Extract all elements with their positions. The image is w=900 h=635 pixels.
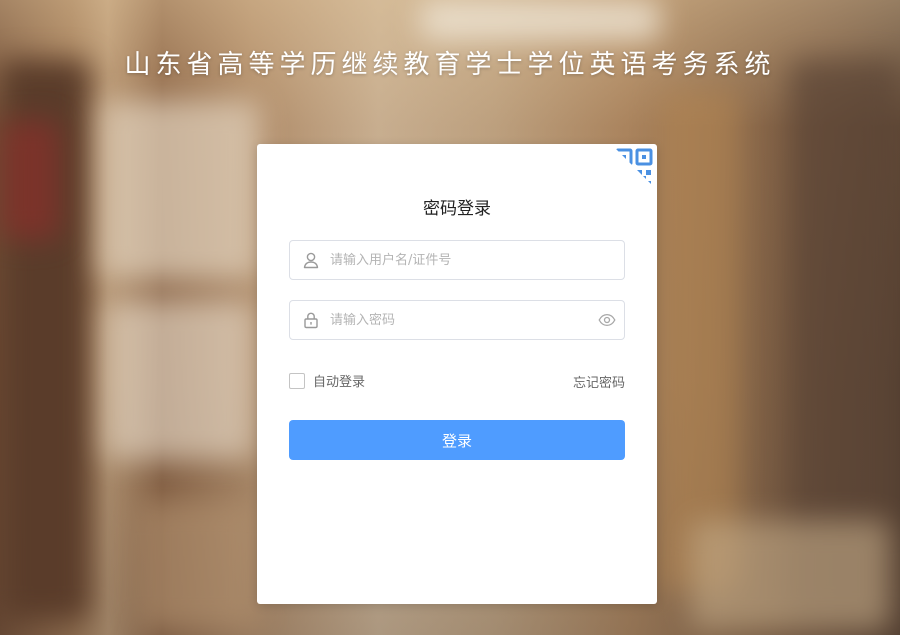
auto-login-option[interactable]: 自动登录 (289, 371, 365, 390)
username-input[interactable] (330, 241, 580, 279)
page-title: 山东省高等学历继续教育学士学位英语考务系统 (124, 50, 776, 80)
auto-login-label[interactable]: 自动登录 (313, 371, 365, 390)
qr-toggle-fold (611, 144, 657, 190)
login-button[interactable]: 登录 (289, 420, 625, 460)
login-heading: 密码登录 (423, 199, 491, 219)
username-field[interactable] (289, 240, 625, 280)
password-input[interactable] (330, 301, 580, 339)
lock-icon (304, 312, 318, 329)
forgot-password-link[interactable]: 忘记密码 (573, 372, 625, 391)
user-icon (303, 252, 319, 269)
eye-icon[interactable] (598, 312, 616, 328)
auto-login-checkbox[interactable] (289, 372, 305, 389)
qr-login-toggle[interactable] (611, 144, 657, 190)
login-card: 密码登录 自动登录 忘记密码 登录 (257, 144, 657, 604)
password-field[interactable] (289, 300, 625, 340)
